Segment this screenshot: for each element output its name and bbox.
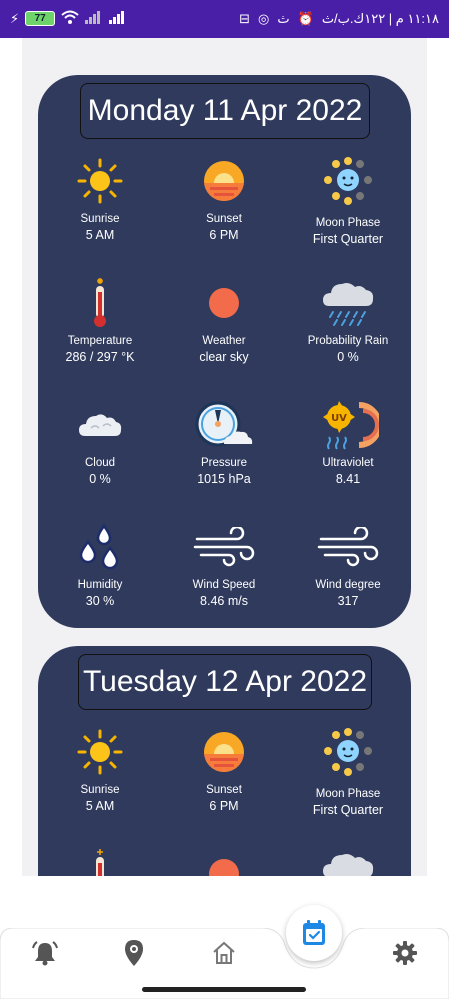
sunset-icon [202,157,246,205]
wind-degree-icon [317,523,379,571]
metric-value: 6 PM [209,228,239,242]
metric-label: Cloud [84,457,116,469]
forecast-list[interactable]: Monday 11 Apr 2022 Sunrise 5 AM Sunset 6… [22,38,427,876]
metric-sunset: Sunset 6 PM [162,728,286,850]
metric-value: 8.46 m/s [200,594,248,608]
day-card: Monday 11 Apr 2022 Sunrise 5 AM Sunset 6… [38,75,411,628]
metric-value: 30 % [85,594,115,608]
metric-wind-degree: Wind degree 317 [286,523,410,645]
nav-alerts[interactable] [30,938,60,968]
sim-icon: ⊟ [239,11,251,26]
metric-weather: Weather clear sky [162,279,286,401]
metric-rain-partial [286,850,410,876]
rain-cloud-icon [319,850,377,876]
rain-cloud-icon [319,279,377,327]
day-date: Monday 11 Apr 2022 [80,83,370,139]
signal-icon [85,10,103,27]
metric-label: Sunrise [80,784,120,796]
metric-cloud: Cloud 0 % [38,401,162,523]
metric-label: Probability Rain [307,335,389,347]
moon-phase-icon [320,728,376,776]
uv-icon: UV [317,401,379,450]
metric-label: Wind degree [315,579,381,591]
clear-sky-icon [207,279,241,327]
metric-sunrise: Sunrise 5 AM [38,728,162,850]
metric-moon-phase: Moon Phase First Quarter [286,728,410,850]
wind-icon [193,523,255,571]
metric-value: 317 [337,594,359,608]
metric-label: Pressure [200,457,248,469]
humidity-drops-icon [78,523,122,571]
metric-sunset: Sunset 6 PM [162,157,286,279]
thermometer-icon [85,849,115,876]
status-left: ⚡ 77 [10,10,127,27]
gesture-home-bar[interactable] [142,987,306,992]
day-date: Tuesday 12 Apr 2022 [78,654,372,710]
location-pin-icon [125,940,143,966]
gear-icon [393,941,417,965]
signal-icon-2 [109,10,127,27]
metric-temperature-partial [38,849,162,876]
notification-icon: ث [277,11,290,26]
status-time: ١١:١٨ م | ١٢٢ك.ب/ث [321,11,439,26]
wifi-icon [61,10,79,27]
cloud-icon [77,401,123,449]
metric-label: Moon Phase [315,217,381,229]
metric-value: 0 % [89,472,111,486]
metric-value: First Quarter [312,803,384,817]
metric-ultraviolet: UV Ultraviolet 8.41 [286,401,410,523]
metric-label: Sunset [206,784,242,796]
metric-value: 1015 hPa [197,472,251,486]
status-right: ⊟ ◎ ث ⏰ ١١:١٨ م | ١٢٢ك.ب/ث [239,11,439,27]
metric-probability-rain: Probability Rain 0 % [286,279,410,401]
day-card: Tuesday 12 Apr 2022 Sunrise 5 AM Sunset … [38,646,411,876]
metric-humidity: Humidity 30 % [38,523,162,645]
whatsapp-icon: ◎ [258,11,270,26]
sunset-icon [202,728,246,776]
metric-value: First Quarter [312,232,384,246]
calendar-check-icon [303,920,325,945]
sun-icon [76,728,124,776]
metric-value: 5 AM [85,228,115,242]
metric-value: 286 / 297 °K [65,350,135,364]
metric-value: clear sky [199,350,249,364]
moon-phase-icon [320,157,376,205]
nav-calendar-active[interactable] [286,905,342,961]
thermometer-icon [85,278,115,327]
battery-indicator: 77 [25,11,56,26]
metric-label: Sunset [206,213,242,225]
pressure-gauge-icon [194,401,254,449]
alarm-icon: ⏰ [297,11,314,26]
metric-value: 5 AM [85,799,115,813]
metrics-grid: Sunrise 5 AM Sunset 6 PM Moon Phase Firs… [38,157,411,645]
metric-value: 0 % [337,350,359,364]
status-bar: ⚡ 77 ⊟ ◎ ث ⏰ ١١:١٨ م | ١٢٢ك.ب/ث [0,0,449,38]
metrics-grid: Sunrise 5 AM Sunset 6 PM Moon Phase Firs… [38,728,411,876]
metric-label: Moon Phase [315,788,381,800]
charging-icon: ⚡ [10,10,20,26]
metric-sunrise: Sunrise 5 AM [38,157,162,279]
metric-weather-partial [162,850,286,876]
nav-settings[interactable] [390,938,420,968]
metric-label: Wind Speed [192,579,256,591]
sun-icon [76,157,124,205]
metric-value: 6 PM [209,799,239,813]
metric-label: Humidity [77,579,123,591]
nav-home[interactable] [209,938,239,968]
metric-wind-speed: Wind Speed 8.46 m/s [162,523,286,645]
metric-moon-phase: Moon Phase First Quarter [286,157,410,279]
home-icon [213,941,235,964]
svg-text:UV: UV [331,413,347,424]
bell-icon [32,941,58,966]
metric-label: Sunrise [80,213,120,225]
clear-sky-icon [207,850,241,876]
metric-label: Weather [202,335,246,347]
metric-temperature: Temperature 286 / 297 °K [38,278,162,401]
nav-location[interactable] [119,938,149,968]
metric-pressure: Pressure 1015 hPa [162,401,286,523]
metric-label: Ultraviolet [322,457,374,469]
metric-label: Temperature [67,335,133,347]
metric-value: 8.41 [335,472,361,486]
